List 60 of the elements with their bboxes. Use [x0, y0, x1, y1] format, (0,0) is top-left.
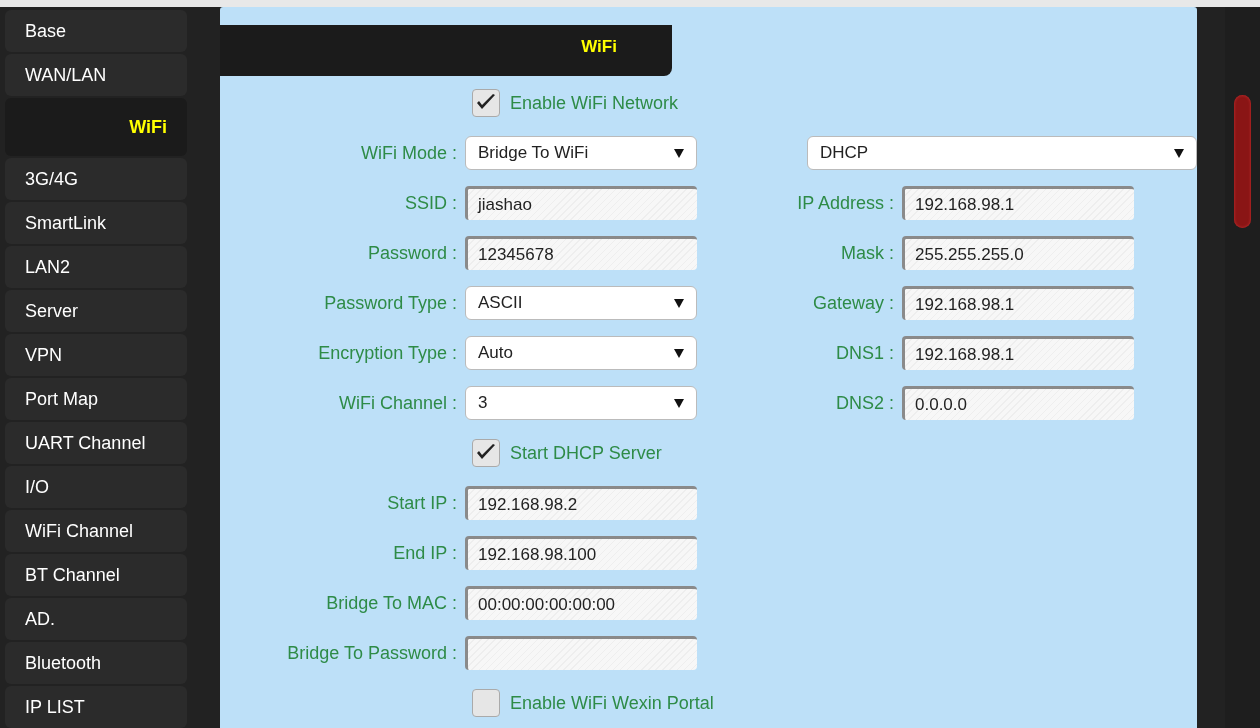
field-label: DNS2 :	[834, 392, 895, 414]
dropdown[interactable]: Bridge To WiFi	[465, 136, 697, 170]
sidebar-item[interactable]: WiFi Channel	[5, 510, 187, 552]
input-field[interactable]: 255.255.255.0	[902, 236, 1134, 270]
caret-icon	[674, 398, 684, 408]
sidebar-item[interactable]: Bluetooth	[5, 642, 187, 684]
sidebar-item[interactable]: 3G/4G	[5, 158, 187, 200]
input-field[interactable]: 192.168.98.1	[902, 286, 1134, 320]
input-field[interactable]: jiashao	[465, 186, 697, 220]
dropdown[interactable]: 3	[465, 386, 697, 420]
sidebar-item[interactable]: WAN/LAN	[5, 54, 187, 96]
field-label: SSID :	[404, 192, 458, 214]
input-field[interactable]: 12345678	[465, 236, 697, 270]
field-label: IP Address :	[796, 192, 895, 214]
sidebar-item[interactable]: SmartLink	[5, 202, 187, 244]
field-label: Mask :	[840, 242, 895, 264]
dropdown[interactable]: DHCP	[807, 136, 1197, 170]
field-label: Gateway :	[811, 292, 895, 314]
sidebar-item[interactable]: I/O	[5, 466, 187, 508]
field-label: Encryption Type :	[317, 342, 458, 364]
section-tab[interactable]: WiFi	[220, 25, 672, 76]
sidebar-item[interactable]: WiFi	[5, 98, 187, 156]
field-label: WiFi Channel :	[337, 392, 458, 414]
input-field[interactable]: 0.0.0.0	[902, 386, 1134, 420]
field-label: Start IP :	[386, 492, 458, 514]
input-field[interactable]	[465, 636, 697, 670]
checkbox-label: Enable WiFi Network	[510, 92, 679, 114]
checkbox-label: Start DHCP Server	[510, 442, 662, 464]
caret-icon	[674, 298, 684, 308]
caret-icon	[1174, 148, 1184, 158]
sidebar-item[interactable]: BT Channel	[5, 554, 187, 596]
sidebar-item[interactable]: VPN	[5, 334, 187, 376]
input-field[interactable]: 192.168.98.1	[902, 186, 1134, 220]
sidebar-item[interactable]: IP LIST	[5, 686, 187, 728]
checkbox[interactable]	[472, 439, 500, 467]
checkbox-label: Enable WiFi Wexin Portal	[510, 692, 714, 714]
checkbox[interactable]	[472, 89, 500, 117]
sidebar-item[interactable]: Base	[5, 10, 187, 52]
field-label: DNS1 :	[834, 342, 895, 364]
caret-icon	[674, 348, 684, 358]
input-field[interactable]: 00:00:00:00:00:00	[465, 586, 697, 620]
field-label: Bridge To MAC :	[325, 592, 458, 614]
field-label: WiFi Mode :	[360, 142, 458, 164]
input-field[interactable]: 192.168.98.2	[465, 486, 697, 520]
scrollbar-thumb[interactable]	[1234, 95, 1251, 228]
field-label: Password Type :	[323, 292, 458, 314]
sidebar-item[interactable]: LAN2	[5, 246, 187, 288]
input-field[interactable]: 192.168.98.1	[902, 336, 1134, 370]
field-label: Password :	[366, 242, 458, 264]
field-label: End IP :	[392, 542, 458, 564]
sidebar-item[interactable]: Server	[5, 290, 187, 332]
dropdown[interactable]: Auto	[465, 336, 697, 370]
dropdown[interactable]: ASCII	[465, 286, 697, 320]
sidebar-item[interactable]: AD.	[5, 598, 187, 640]
sidebar-item[interactable]: UART Channel	[5, 422, 187, 464]
input-field[interactable]: 192.168.98.100	[465, 536, 697, 570]
field-label: Bridge To Password :	[286, 642, 458, 664]
checkbox[interactable]	[472, 689, 500, 717]
caret-icon	[674, 148, 684, 158]
sidebar-item[interactable]: Port Map	[5, 378, 187, 420]
